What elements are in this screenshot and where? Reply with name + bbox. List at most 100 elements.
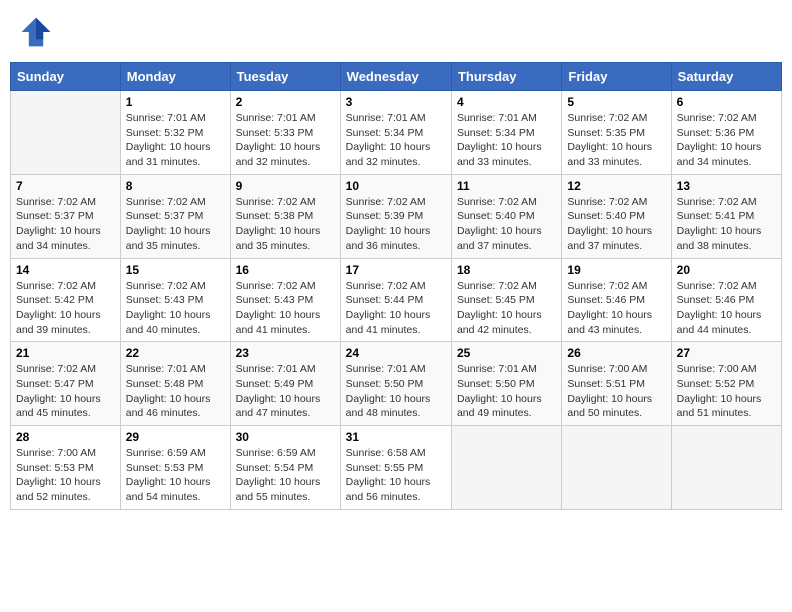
header-row: SundayMondayTuesdayWednesdayThursdayFrid… bbox=[11, 63, 782, 91]
day-number: 18 bbox=[457, 263, 556, 277]
calendar-cell: 27 Sunrise: 7:00 AM Sunset: 5:52 PM Dayli… bbox=[671, 342, 781, 426]
logo bbox=[18, 14, 58, 50]
day-info: Sunrise: 6:59 AM Sunset: 5:53 PM Dayligh… bbox=[126, 446, 225, 505]
week-row-3: 14Sunrise: 7:02 AM Sunset: 5:42 PM Dayli… bbox=[11, 258, 782, 342]
calendar-cell bbox=[562, 426, 671, 510]
calendar-cell: 1 Sunrise: 7:01 AM Sunset: 5:32 PM Daylig… bbox=[120, 91, 230, 175]
day-number: 23 bbox=[236, 346, 335, 360]
calendar-table: SundayMondayTuesdayWednesdayThursdayFrid… bbox=[10, 62, 782, 510]
calendar-cell: 29 Sunrise: 6:59 AM Sunset: 5:53 PM Dayli… bbox=[120, 426, 230, 510]
calendar-cell: 3 Sunrise: 7:01 AM Sunset: 5:34 PM Daylig… bbox=[340, 91, 451, 175]
day-info: Sunrise: 7:02 AM Sunset: 5:40 PM Dayligh… bbox=[457, 195, 556, 254]
calendar-cell: 22 Sunrise: 7:01 AM Sunset: 5:48 PM Dayli… bbox=[120, 342, 230, 426]
day-number: 1 bbox=[126, 95, 225, 109]
day-number: 12 bbox=[567, 179, 665, 193]
day-number: 6 bbox=[677, 95, 776, 109]
day-number: 11 bbox=[457, 179, 556, 193]
calendar-body: 1 Sunrise: 7:01 AM Sunset: 5:32 PM Daylig… bbox=[11, 91, 782, 510]
calendar-cell: 20 Sunrise: 7:02 AM Sunset: 5:46 PM Dayli… bbox=[671, 258, 781, 342]
day-info: Sunrise: 6:58 AM Sunset: 5:55 PM Dayligh… bbox=[346, 446, 446, 505]
day-number: 4 bbox=[457, 95, 556, 109]
day-info: Sunrise: 7:02 AM Sunset: 5:40 PM Dayligh… bbox=[567, 195, 665, 254]
calendar-cell: 12 Sunrise: 7:02 AM Sunset: 5:40 PM Dayli… bbox=[562, 174, 671, 258]
day-number: 13 bbox=[677, 179, 776, 193]
week-row-2: 7Sunrise: 7:02 AM Sunset: 5:37 PM Daylig… bbox=[11, 174, 782, 258]
calendar-cell: 13Sunrise: 7:02 AM Sunset: 5:41 PM Dayli… bbox=[671, 174, 781, 258]
day-number: 2 bbox=[236, 95, 335, 109]
calendar-cell: 9Sunrise: 7:02 AM Sunset: 5:38 PM Daylig… bbox=[230, 174, 340, 258]
day-number: 20 bbox=[677, 263, 776, 277]
day-info: Sunrise: 7:01 AM Sunset: 5:50 PM Dayligh… bbox=[457, 362, 556, 421]
day-info: Sunrise: 7:02 AM Sunset: 5:37 PM Dayligh… bbox=[16, 195, 115, 254]
day-info: Sunrise: 7:01 AM Sunset: 5:34 PM Dayligh… bbox=[346, 111, 446, 170]
day-info: Sunrise: 7:00 AM Sunset: 5:52 PM Dayligh… bbox=[677, 362, 776, 421]
day-number: 3 bbox=[346, 95, 446, 109]
calendar-cell bbox=[11, 91, 121, 175]
day-info: Sunrise: 7:02 AM Sunset: 5:43 PM Dayligh… bbox=[236, 279, 335, 338]
day-number: 30 bbox=[236, 430, 335, 444]
day-number: 16 bbox=[236, 263, 335, 277]
day-info: Sunrise: 7:01 AM Sunset: 5:33 PM Dayligh… bbox=[236, 111, 335, 170]
calendar-cell: 31 Sunrise: 6:58 AM Sunset: 5:55 PM Dayli… bbox=[340, 426, 451, 510]
calendar-cell: 24Sunrise: 7:01 AM Sunset: 5:50 PM Dayli… bbox=[340, 342, 451, 426]
calendar-cell: 30Sunrise: 6:59 AM Sunset: 5:54 PM Dayli… bbox=[230, 426, 340, 510]
day-number: 17 bbox=[346, 263, 446, 277]
day-info: Sunrise: 7:02 AM Sunset: 5:42 PM Dayligh… bbox=[16, 279, 115, 338]
day-info: Sunrise: 7:01 AM Sunset: 5:49 PM Dayligh… bbox=[236, 362, 335, 421]
calendar-cell: 5 Sunrise: 7:02 AM Sunset: 5:35 PM Daylig… bbox=[562, 91, 671, 175]
day-info: Sunrise: 7:02 AM Sunset: 5:37 PM Dayligh… bbox=[126, 195, 225, 254]
calendar-cell: 21Sunrise: 7:02 AM Sunset: 5:47 PM Dayli… bbox=[11, 342, 121, 426]
day-number: 15 bbox=[126, 263, 225, 277]
day-info: Sunrise: 7:01 AM Sunset: 5:48 PM Dayligh… bbox=[126, 362, 225, 421]
day-info: Sunrise: 7:02 AM Sunset: 5:45 PM Dayligh… bbox=[457, 279, 556, 338]
day-number: 25 bbox=[457, 346, 556, 360]
calendar-cell: 28 Sunrise: 7:00 AM Sunset: 5:53 PM Dayli… bbox=[11, 426, 121, 510]
calendar-cell: 23 Sunrise: 7:01 AM Sunset: 5:49 PM Dayli… bbox=[230, 342, 340, 426]
calendar-cell: 16 Sunrise: 7:02 AM Sunset: 5:43 PM Dayli… bbox=[230, 258, 340, 342]
calendar-cell: 4Sunrise: 7:01 AM Sunset: 5:34 PM Daylig… bbox=[451, 91, 561, 175]
calendar-cell: 6 Sunrise: 7:02 AM Sunset: 5:36 PM Daylig… bbox=[671, 91, 781, 175]
day-number: 26 bbox=[567, 346, 665, 360]
day-info: Sunrise: 7:02 AM Sunset: 5:36 PM Dayligh… bbox=[677, 111, 776, 170]
calendar-cell: 17 Sunrise: 7:02 AM Sunset: 5:44 PM Dayli… bbox=[340, 258, 451, 342]
day-info: Sunrise: 7:02 AM Sunset: 5:46 PM Dayligh… bbox=[677, 279, 776, 338]
calendar-cell: 19Sunrise: 7:02 AM Sunset: 5:46 PM Dayli… bbox=[562, 258, 671, 342]
day-number: 10 bbox=[346, 179, 446, 193]
day-number: 22 bbox=[126, 346, 225, 360]
day-info: Sunrise: 7:01 AM Sunset: 5:32 PM Dayligh… bbox=[126, 111, 225, 170]
calendar-cell bbox=[671, 426, 781, 510]
day-header-wednesday: Wednesday bbox=[340, 63, 451, 91]
day-header-thursday: Thursday bbox=[451, 63, 561, 91]
day-info: Sunrise: 7:00 AM Sunset: 5:53 PM Dayligh… bbox=[16, 446, 115, 505]
day-number: 5 bbox=[567, 95, 665, 109]
day-info: Sunrise: 7:02 AM Sunset: 5:44 PM Dayligh… bbox=[346, 279, 446, 338]
week-row-4: 21Sunrise: 7:02 AM Sunset: 5:47 PM Dayli… bbox=[11, 342, 782, 426]
calendar-header: SundayMondayTuesdayWednesdayThursdayFrid… bbox=[11, 63, 782, 91]
day-header-monday: Monday bbox=[120, 63, 230, 91]
calendar-cell: 14Sunrise: 7:02 AM Sunset: 5:42 PM Dayli… bbox=[11, 258, 121, 342]
calendar-cell: 10 Sunrise: 7:02 AM Sunset: 5:39 PM Dayli… bbox=[340, 174, 451, 258]
week-row-1: 1 Sunrise: 7:01 AM Sunset: 5:32 PM Daylig… bbox=[11, 91, 782, 175]
day-number: 19 bbox=[567, 263, 665, 277]
day-header-tuesday: Tuesday bbox=[230, 63, 340, 91]
day-number: 27 bbox=[677, 346, 776, 360]
day-info: Sunrise: 7:01 AM Sunset: 5:50 PM Dayligh… bbox=[346, 362, 446, 421]
day-number: 8 bbox=[126, 179, 225, 193]
day-info: Sunrise: 7:02 AM Sunset: 5:43 PM Dayligh… bbox=[126, 279, 225, 338]
day-info: Sunrise: 7:02 AM Sunset: 5:35 PM Dayligh… bbox=[567, 111, 665, 170]
calendar-cell: 11 Sunrise: 7:02 AM Sunset: 5:40 PM Dayli… bbox=[451, 174, 561, 258]
day-header-saturday: Saturday bbox=[671, 63, 781, 91]
calendar-cell: 25 Sunrise: 7:01 AM Sunset: 5:50 PM Dayli… bbox=[451, 342, 561, 426]
calendar-cell: 15 Sunrise: 7:02 AM Sunset: 5:43 PM Dayli… bbox=[120, 258, 230, 342]
day-number: 29 bbox=[126, 430, 225, 444]
day-header-friday: Friday bbox=[562, 63, 671, 91]
page-header bbox=[10, 10, 782, 54]
day-number: 28 bbox=[16, 430, 115, 444]
calendar-cell: 18 Sunrise: 7:02 AM Sunset: 5:45 PM Dayli… bbox=[451, 258, 561, 342]
calendar-cell bbox=[451, 426, 561, 510]
day-number: 21 bbox=[16, 346, 115, 360]
day-number: 31 bbox=[346, 430, 446, 444]
day-info: Sunrise: 7:02 AM Sunset: 5:39 PM Dayligh… bbox=[346, 195, 446, 254]
calendar-cell: 2 Sunrise: 7:01 AM Sunset: 5:33 PM Daylig… bbox=[230, 91, 340, 175]
calendar-cell: 8 Sunrise: 7:02 AM Sunset: 5:37 PM Daylig… bbox=[120, 174, 230, 258]
